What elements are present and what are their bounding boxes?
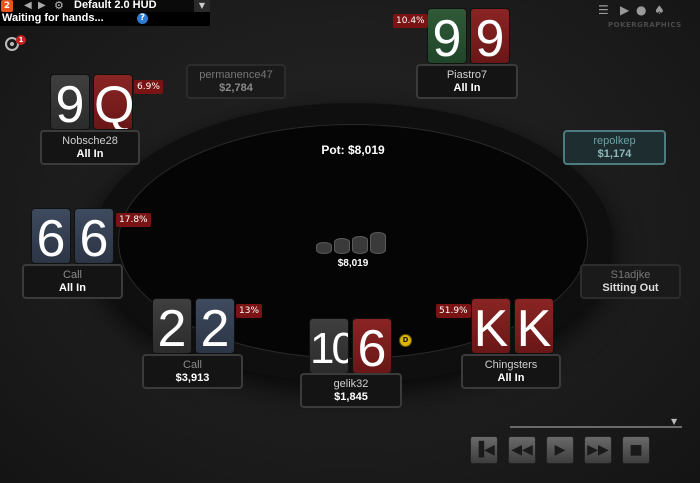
poker-table-window: 2 ◀ ▶ ⚙ Default 2.0 HUD ▼ Waiting for ha… [0,0,700,483]
stop-button[interactable]: ■ [622,436,650,464]
hole-card: K [471,298,511,354]
chip-stack [316,242,332,254]
seat-call-all-in[interactable]: Call All In [22,264,123,299]
player-stack: $1,174 [597,148,632,160]
hole-card: 10 [309,318,349,374]
hole-card: 6 [352,318,392,374]
player-name: Nobsche28 [62,135,118,147]
hole-card: 9 [427,8,467,64]
gear-icon[interactable]: ⚙ [54,0,64,12]
chip-stack [334,238,350,254]
player-stack: $3,913 [175,372,210,384]
pot-label: Pot: $8,019 [321,143,385,157]
play-icon[interactable]: ▶ [620,3,629,17]
seat-gelik32[interactable]: gelik32 $1,845 [300,373,402,408]
layers-icon[interactable]: ☰ [598,3,609,17]
hole-card: 9 [50,74,90,130]
chevron-down-icon[interactable]: ▼ [194,0,210,12]
rewind-button[interactable]: ◀◀ [508,436,536,464]
player-name: S1adjke [610,269,651,281]
dealer-button: D [399,334,412,347]
player-stack: $1,845 [334,391,368,403]
spade-icon[interactable]: ♠ [654,3,665,17]
equity-badge: 13% [236,304,263,318]
window-controls: ☰ ▶ ● ♠ [598,3,668,17]
replay-controls: ▐◀ ◀◀ ▶ ▶▶ ■ [470,436,650,466]
next-arrow-icon[interactable]: ▶ [38,0,46,12]
chip-stack [370,232,386,254]
progress-thumb-icon[interactable]: ▼ [671,418,677,426]
player-stack: All In [76,148,104,160]
player-name: repolkep [593,135,636,147]
hud-status: Waiting for hands... [2,12,104,24]
seat-nobsche28[interactable]: Nobsche28 All In [40,130,140,165]
hole-card: 6 [31,208,71,264]
pot-amount: $8,019 [337,258,369,269]
hole-card: K [514,298,554,354]
hole-card: 6 [74,208,114,264]
player-action: Call [183,359,202,371]
step-back-button[interactable]: ▐◀ [470,436,498,464]
hole-card: 2 [195,298,235,354]
equity-badge: 17.8% [116,213,151,227]
equity-badge: 51.9% [436,304,471,318]
player-stack: All In [59,282,86,294]
player-stack: All In [497,372,525,384]
hud-toolbar: 2 ◀ ▶ ⚙ Default 2.0 HUD ▼ Waiting for ha… [0,0,210,26]
hud-name: Default 2.0 HUD [74,0,157,11]
replay-progress-bar[interactable] [510,426,682,428]
hole-card: Q [93,74,133,130]
help-icon[interactable]: ? [137,13,148,24]
player-stack: Sitting Out [602,282,659,294]
seat-call[interactable]: Call $3,913 [142,354,243,389]
seat-permanence47[interactable]: permanence47 $2,784 [186,64,286,99]
seat-s1adjke[interactable]: S1adjke Sitting Out [580,264,681,299]
chip-stack [352,236,368,254]
notification-badge: 1 [16,35,26,45]
seat-repolkep[interactable]: repolkep $1,174 [563,130,666,165]
record-icon[interactable]: ● [636,3,646,17]
play-button[interactable]: ▶ [546,436,574,464]
equity-badge: 6.9% [134,80,163,94]
player-name: permanence47 [199,69,273,81]
player-name: Chingsters [484,359,538,371]
player-stack: All In [453,82,481,94]
pot-chips [314,232,394,258]
previous-arrow-icon[interactable]: ◀ [24,0,32,12]
equity-badge: 10.4% [393,14,428,28]
seat-chingsters[interactable]: Chingsters All In [461,354,561,389]
player-stack: $2,784 [219,82,253,94]
brand-logo: POKERGRAPHICS [608,21,682,29]
hud-badge[interactable]: 2 [1,0,13,12]
fast-forward-button[interactable]: ▶▶ [584,436,612,464]
player-action: Call [63,269,82,281]
hole-card: 9 [470,8,510,64]
hole-card: 2 [152,298,192,354]
player-name: Piastro7 [446,69,488,81]
player-name: gelik32 [333,378,369,390]
seat-piastro7[interactable]: Piastro7 All In [416,64,518,99]
